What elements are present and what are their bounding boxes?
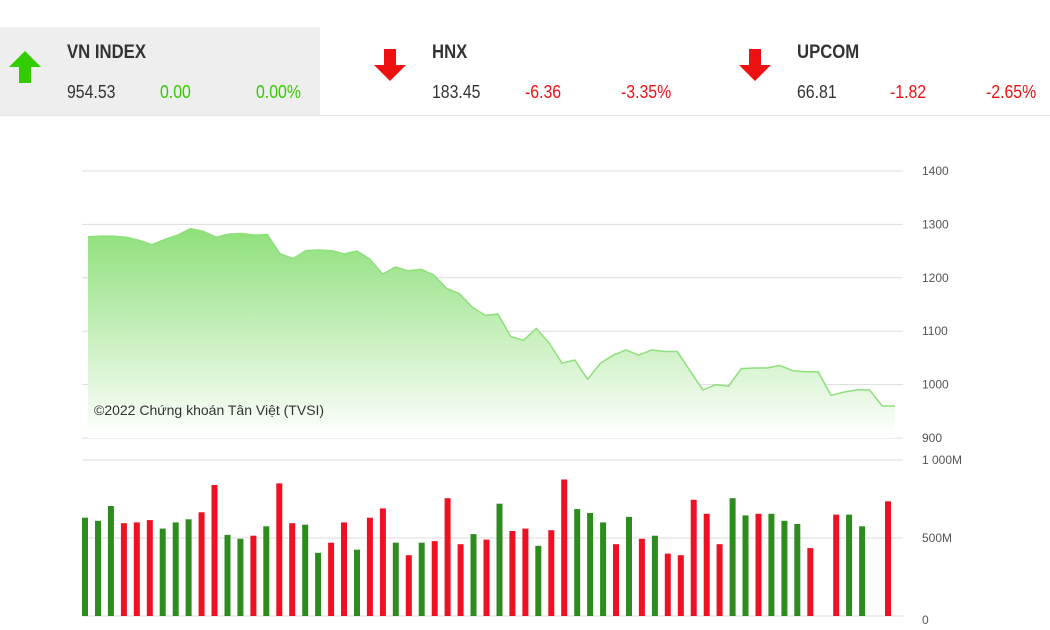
volume-tick-label: 0 [922,613,929,627]
volume-bar [159,528,166,616]
volume-bar [716,544,723,616]
volume-bar [535,545,542,616]
volume-bar [172,522,179,616]
volume-bar [626,516,632,616]
volume-bar [703,513,710,616]
volume-bar [859,526,866,616]
volume-bar [729,498,736,616]
volume-bar [120,523,127,616]
volume-bar [794,524,801,616]
arrow-up-icon [9,51,41,83]
volume-bar [509,531,516,616]
volume-bar [392,542,399,616]
volume-bars [82,479,891,616]
index-percent: 0.00% [256,82,301,102]
volume-bar [833,514,840,616]
volume-tick-label: 1 000M [922,453,962,467]
volume-tick-label: 500M [922,531,952,545]
volume-bar [496,503,503,616]
volume-bar [224,534,231,616]
index-percent: -3.35% [621,82,672,102]
volume-bar [379,508,386,616]
index-value: 954.53 [67,82,116,102]
volume-bar [742,515,749,616]
volume-bar [885,501,891,616]
volume-bar [548,530,555,616]
volume-bar [600,522,607,616]
arrow-down-icon [374,49,406,81]
volume-bar [418,542,425,616]
volume-bar [354,549,360,616]
volume-bar [328,542,335,616]
index-name: HNX [432,42,468,63]
volume-bar [146,520,153,616]
volume-bar [263,526,270,616]
price-tick-label: 1400 [922,164,949,178]
volume-bar [613,544,619,616]
volume-bar [690,499,697,616]
index-name: UPCOM [797,42,860,63]
volume-bar [483,539,490,616]
index-value: 183.45 [432,82,481,102]
volume-bar [198,512,205,616]
volume-bar [574,509,581,616]
index-card-hnx[interactable]: HNX 183.45 -6.36 -3.35% [365,27,685,115]
volume-bar [211,485,218,616]
volume-bar [561,479,568,616]
volume-bar [366,517,373,616]
volume-bar [522,528,529,616]
volume-bar [276,483,283,616]
volume-bar [405,555,412,616]
volume-bar [755,513,762,616]
market-chart: 1400 1300 1200 1100 1000 900 ©2022 Chứng khoá… [82,164,962,627]
price-tick-label: 1000 [922,378,949,392]
volume-bar [82,517,88,616]
index-change: -6.36 [525,82,562,102]
volume-bar [289,523,296,616]
index-summary-bar: VN INDEX 954.53 0.00 0.00% HNX 183.45 -6… [0,27,1050,116]
index-change: 0.00 [160,82,191,102]
volume-bar [664,553,671,616]
price-tick-label: 1300 [922,217,949,231]
volume-bar [341,522,347,616]
index-percent: -2.65% [986,82,1037,102]
volume-grid [82,459,903,617]
volume-bar [302,524,309,616]
index-card-vnindex[interactable]: VN INDEX 954.53 0.00 0.00% [0,27,320,115]
volume-bar [250,535,257,616]
volume-bar [133,522,140,616]
price-tick-label: 1200 [922,271,949,285]
price-axis: 1400 1300 1200 1100 1000 900 [922,164,949,445]
volume-bar [457,544,464,616]
volume-bar [587,513,594,616]
volume-bar [315,552,322,616]
volume-bar [781,520,788,616]
volume-bar [470,534,477,616]
volume-bar [677,555,684,616]
volume-bar [444,498,451,616]
index-change: -1.82 [890,82,927,102]
volume-bar [95,520,101,616]
volume-bar [431,541,438,616]
volume-bar [185,519,192,616]
volume-bar [768,513,775,616]
volume-bar [807,548,814,616]
index-value: 66.81 [797,82,837,102]
index-name: VN INDEX [67,42,146,63]
index-card-upcom[interactable]: UPCOM 66.81 -1.82 -2.65% [730,27,1050,115]
volume-axis: 1 000M 500M 0 [922,453,962,627]
volume-bar [107,506,114,616]
volume-bar [638,538,645,616]
arrow-down-icon [739,49,771,81]
price-tick-label: 900 [922,431,942,445]
volume-bar [237,538,244,616]
volume-bar [651,535,658,616]
copyright-annotation: ©2022 Chứng khoán Tân Việt (TVSI) [94,402,324,418]
price-tick-label: 1100 [922,324,948,338]
volume-bar [846,514,853,616]
